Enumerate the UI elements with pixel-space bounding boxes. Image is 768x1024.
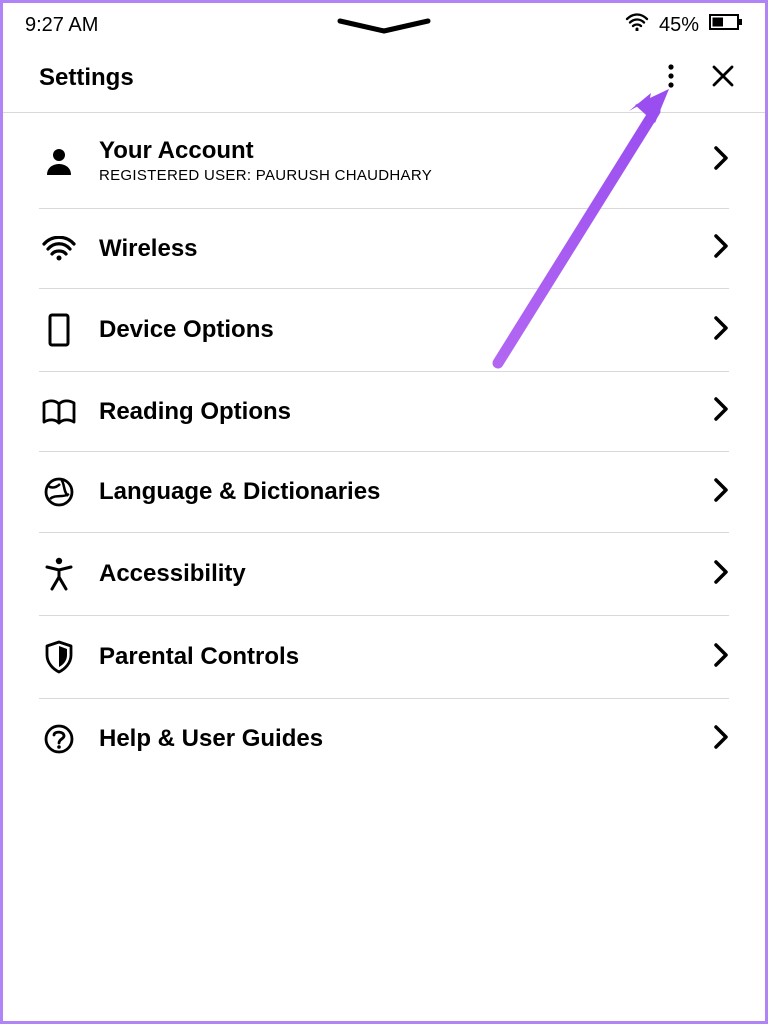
settings-row-device-options[interactable]: Device Options — [39, 289, 729, 372]
chevron-right-icon — [713, 315, 729, 346]
row-title: Device Options — [99, 316, 703, 344]
settings-row-wireless[interactable]: Wireless — [39, 209, 729, 289]
user-icon — [39, 145, 79, 177]
row-title: Language & Dictionaries — [99, 478, 703, 506]
status-right: 45% — [625, 13, 743, 37]
status-time: 9:27 AM — [25, 14, 98, 37]
shield-icon — [39, 640, 79, 674]
more-options-button[interactable] — [667, 63, 675, 92]
settings-row-accessibility[interactable]: Accessibility — [39, 533, 729, 616]
wifi-icon — [625, 13, 649, 37]
settings-row-help-guides[interactable]: Help & User Guides — [39, 699, 729, 779]
row-title: Your Account — [99, 137, 703, 165]
chevron-right-icon — [713, 724, 729, 755]
row-title: Reading Options — [99, 398, 703, 426]
settings-row-parental-controls[interactable]: Parental Controls — [39, 616, 729, 699]
screen-frame: 9:27 AM 45% Settin — [0, 0, 768, 1024]
row-title: Accessibility — [99, 560, 703, 588]
row-title: Help & User Guides — [99, 725, 703, 753]
help-icon — [39, 723, 79, 755]
row-title: Wireless — [99, 235, 703, 263]
pull-down-handle-icon[interactable] — [334, 17, 434, 40]
settings-row-language-dictionaries[interactable]: Language & Dictionaries — [39, 452, 729, 533]
close-button[interactable] — [711, 64, 735, 91]
row-subtitle: REGISTERED USER: PAURUSH CHAUDHARY — [99, 167, 703, 184]
chevron-right-icon — [713, 559, 729, 590]
settings-row-your-account[interactable]: Your Account REGISTERED USER: PAURUSH CH… — [39, 113, 729, 209]
chevron-right-icon — [713, 233, 729, 264]
chevron-right-icon — [713, 396, 729, 427]
battery-percent: 45% — [659, 14, 699, 37]
chevron-right-icon — [713, 145, 729, 176]
book-icon — [39, 398, 79, 426]
settings-row-reading-options[interactable]: Reading Options — [39, 372, 729, 452]
battery-icon — [709, 13, 743, 37]
globe-icon — [39, 476, 79, 508]
row-title: Parental Controls — [99, 643, 703, 671]
more-vertical-icon — [667, 63, 675, 92]
page-title: Settings — [39, 64, 134, 92]
chevron-right-icon — [713, 477, 729, 508]
chevron-right-icon — [713, 642, 729, 673]
tablet-icon — [39, 313, 79, 347]
wifi-icon — [39, 236, 79, 262]
settings-list: Your Account REGISTERED USER: PAURUSH CH… — [3, 113, 765, 779]
accessibility-icon — [39, 557, 79, 591]
header: Settings — [3, 45, 765, 112]
close-icon — [711, 64, 735, 91]
